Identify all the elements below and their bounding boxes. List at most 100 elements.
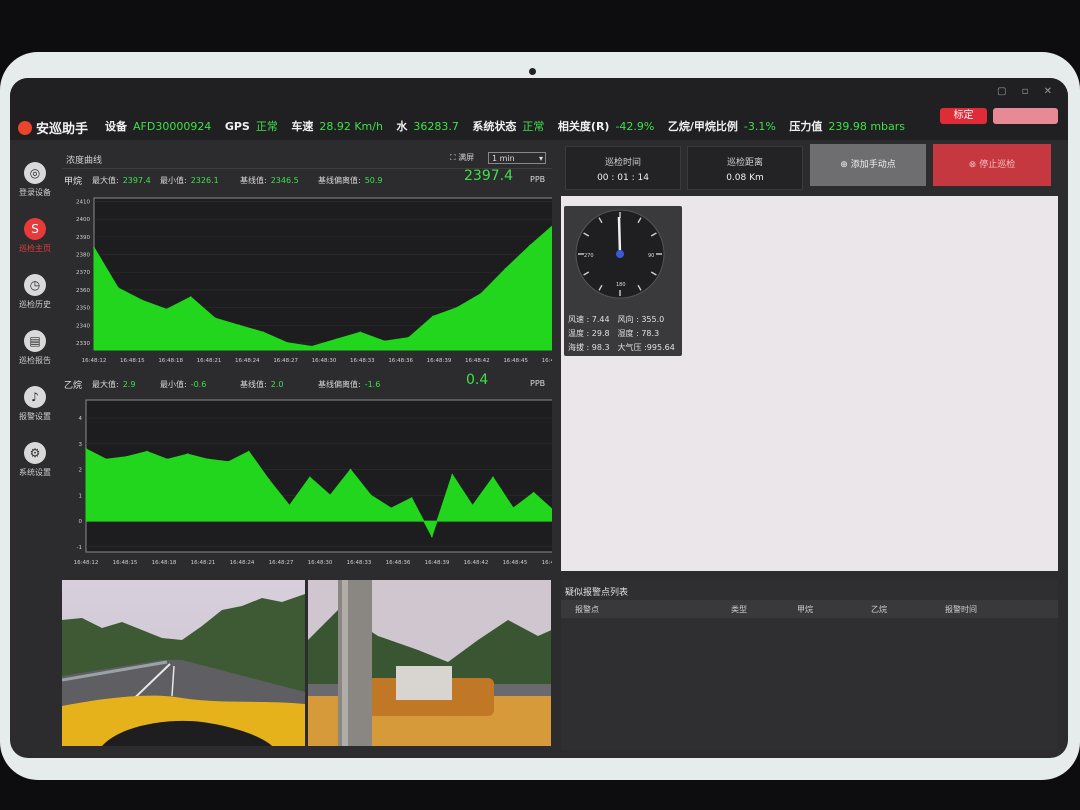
ethane-base-label: 基线值: [240,380,267,389]
status-value-water: 36283.7 [413,120,459,133]
camera-roof-image [308,580,551,746]
stop-circle-icon: ⊗ [968,160,977,170]
compass-center [616,250,624,258]
status-line: 设备 AFD30000924 GPS 正常 车速 28.92 Km/h 水 36283.… [105,118,915,134]
methane-dev-label: 基线偏离值: [318,176,361,185]
methane-base-label: 基线值: [240,176,267,185]
sidebar-item-inspection-home[interactable]: S 巡检主页 [12,218,58,254]
header-right-button[interactable] [993,108,1058,124]
data-point [207,458,209,461]
weather-row-3: 海拔 : 98.3 大气压 :995.64 [568,342,675,353]
data-point [288,504,291,507]
weather-row-1: 风速 : 7.44 风向 : 355.0 [568,314,664,325]
methane-base: 2346.5 [270,176,299,185]
inspection-time-value: 00 : 01 : 14 [597,173,649,183]
ethane-name: 乙烷 [64,381,83,391]
y-tick-label: 4 [79,416,83,422]
data-point [431,535,433,538]
data-point [125,455,128,458]
x-tick-label: 16:48:18 [152,560,177,566]
data-point [512,507,515,509]
sidebar-item-report[interactable]: ▤ 巡检报告 [12,330,58,366]
y-tick-label: 1 [79,493,83,499]
data-point [186,453,189,455]
data-point [329,494,332,497]
data-point [117,287,119,289]
methane-max: 2397.4 [122,176,151,185]
x-tick-label: 16:48:39 [425,560,450,566]
y-tick-label: 2340 [76,323,90,329]
y-tick-label: 2330 [76,341,90,347]
weather-widget: 270 90 180 风速 : 7.44 风向 : 355.0 温度 : 29.… [564,206,682,356]
stop-inspection-button[interactable]: ⊗ 停止巡检 [933,144,1051,186]
status-value-correlation: -42.9% [615,120,655,133]
sidebar-item-login-device[interactable]: ◎ 登录设备 [12,162,58,198]
humidity-value: 78.3 [641,329,660,338]
status-label-speed: 车速 [291,120,314,133]
pressure-value: 995.64 [646,343,675,352]
calibrate-button[interactable]: 标定 [940,108,987,124]
methane-min: 2326.1 [190,176,219,185]
sidebar-item-system-settings[interactable]: ⚙ 系统设置 [12,442,58,478]
logo-icon [18,121,32,135]
plus-circle-icon: ⊕ [840,160,848,170]
inspection-distance-box: 巡检距离 0.08 Km [687,146,803,190]
status-value-ratio: -3.1% [743,120,776,133]
x-tick-label: 16:48:30 [308,560,333,566]
inspection-distance-value: 0.08 Km [726,173,764,183]
status-label-pressure: 压力值 [789,120,823,133]
inspection-time-box: 巡检时间 00 : 01 : 14 [565,146,681,190]
window-controls[interactable]: ▢ ▫ ✕ [997,86,1058,97]
altitude-value: 98.3 [591,343,610,352]
data-point [248,450,250,453]
sidebar-item-label: 巡检历史 [19,300,51,309]
top-status-bar: ▢ ▫ ✕ 安巡助手 设备 AFD30000924 GPS 正常 车速 28.92 K… [10,78,1068,140]
inspection-distance-label: 巡检距离 [726,158,763,168]
x-tick-label: 16:48:24 [230,560,255,566]
sidebar-item-alarm-settings[interactable]: ♪ 报警设置 [12,386,58,422]
column-header: 甲烷 [797,605,813,614]
wind-speed-value: 7.44 [591,315,610,324]
data-point [105,458,108,461]
x-tick-label: 16:48:33 [350,358,375,364]
x-tick-label: 16:48:48 [542,358,552,364]
alert-list-panel: 疑似报警点列表 报警点 类型 甲烷 乙烷 报警时间 [561,580,1058,750]
x-tick-label: 16:48:36 [388,358,413,364]
status-label-correlation: 相关度(R) [557,120,610,133]
x-tick-label: 16:48:15 [113,560,138,566]
add-manual-point-button[interactable]: ⊕ 添加手动点 [810,144,926,186]
fullscreen-button[interactable]: ⛶ 满屏 [450,152,474,163]
data-point [471,504,474,507]
methane-min-label: 最小值: [160,176,187,185]
data-point [451,473,454,476]
data-point [370,494,372,497]
camera-feed-roof [308,580,551,746]
data-point [309,476,311,479]
ethane-dev: -1.6 [364,380,381,389]
data-point [238,324,241,327]
ethane-max: 2.9 [122,380,136,389]
y-tick-label: 3 [79,442,83,448]
concentration-title: 浓度曲线 [66,156,103,166]
methane-chart: 2330 2340 2350 2360 2370 2380 2390 2400 2410 16:4… [62,194,567,374]
concentration-header: 浓度曲线 ⛶ 满屏 1 min ▾ [62,150,552,169]
status-value-system: 正常 [522,120,545,133]
ethane-unit: PPB [530,379,546,388]
data-point [227,461,230,463]
weather-row-2: 温度 : 29.8 湿度 : 78.3 [568,328,659,339]
x-tick-label: 16:48:18 [158,358,183,364]
add-manual-point-label: 添加手动点 [850,160,896,170]
x-tick-label: 16:48:27 [273,358,298,364]
sidebar-item-history[interactable]: ◷ 巡检历史 [12,274,58,310]
x-tick-label: 16:48:21 [197,358,222,364]
wind-compass: 270 90 180 [575,209,665,299]
target-icon: ◎ [24,162,46,184]
y-tick-label: 2 [79,468,83,474]
data-point [214,317,216,319]
data-point [410,497,413,499]
x-tick-label: 16:48:12 [82,358,107,364]
x-tick-label: 16:48:42 [465,358,490,364]
alert-list-title: 疑似报警点列表 [565,588,629,598]
time-range-select[interactable]: 1 min ▾ [488,152,546,164]
sidebar-item-label: 巡检主页 [19,244,51,253]
